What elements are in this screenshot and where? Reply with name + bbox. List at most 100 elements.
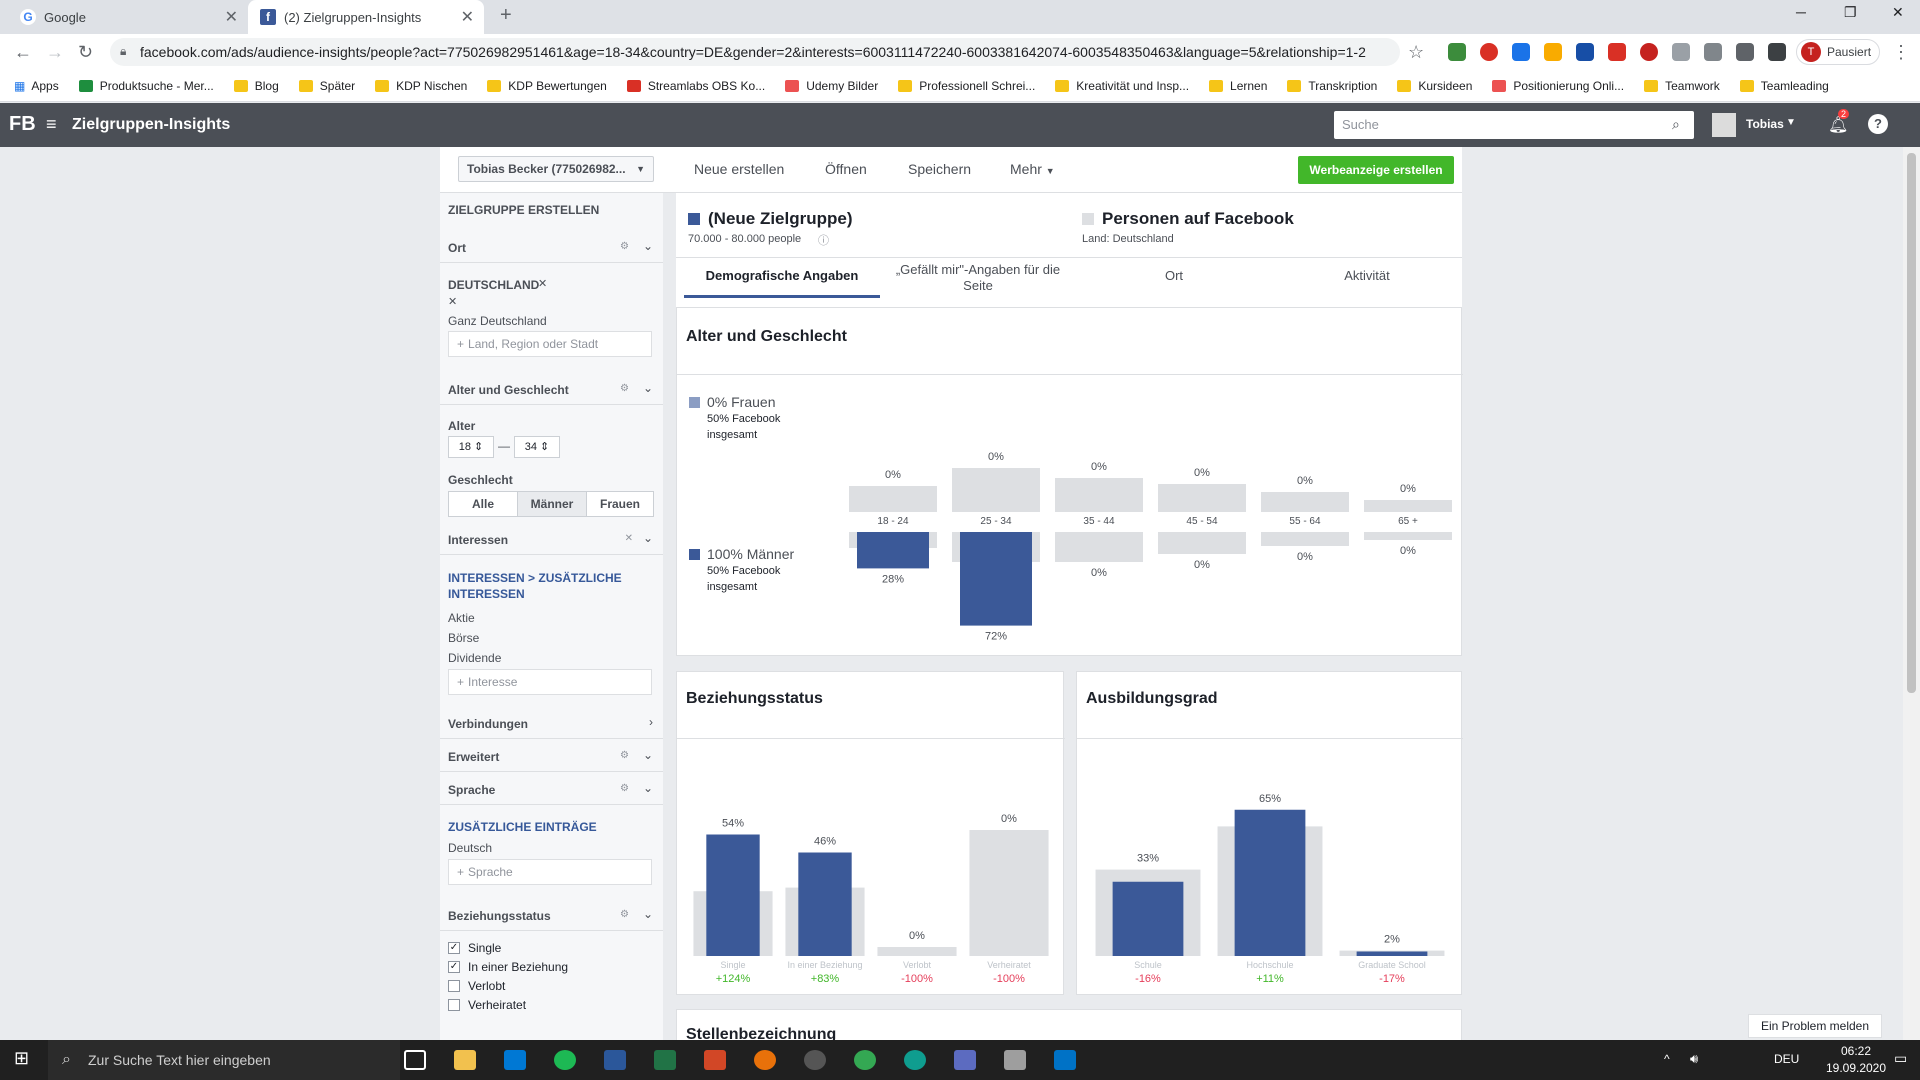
outlook-icon[interactable] (1054, 1050, 1076, 1070)
section-connections[interactable]: Verbindungen › (440, 707, 663, 739)
clock-date[interactable]: 19.09.2020 (1816, 1061, 1896, 1075)
tab-activity[interactable]: Aktivität (1272, 258, 1462, 298)
avatar[interactable] (1712, 113, 1736, 137)
extension-icon[interactable] (1480, 43, 1498, 61)
star-icon[interactable]: ☆ (1408, 42, 1424, 63)
windows-start-icon[interactable]: ⊞ (14, 1048, 29, 1069)
section-advanced[interactable]: Erweitert ⚙ ⌄ (440, 740, 663, 772)
bookmark[interactable]: Professionell Schrei... (898, 79, 1035, 93)
account-selector[interactable]: Tobias Becker (775026982... ▼ (458, 156, 654, 182)
section-language[interactable]: Sprache ⚙ ⌄ (440, 773, 663, 805)
chevron-right-icon[interactable]: › (649, 715, 653, 729)
scrollbar[interactable] (1903, 147, 1920, 1040)
tab-google[interactable]: G Google ✕ (8, 0, 248, 34)
bookmark[interactable]: KDP Bewertungen (487, 79, 607, 93)
gender-all-button[interactable]: Alle (448, 491, 518, 517)
search-icon[interactable]: ⌕ (1672, 116, 1680, 133)
section-interests[interactable]: Interessen ✕ ⌄ (440, 523, 663, 555)
word-icon[interactable] (604, 1050, 626, 1070)
app-icon[interactable] (954, 1050, 976, 1070)
interest-input[interactable]: + Interesse (448, 669, 652, 695)
open-button[interactable]: Öffnen (825, 161, 867, 177)
taskbar-search[interactable]: ⌕ Zur Suche Text hier eingeben (48, 1040, 400, 1080)
close-window-icon[interactable]: ✕ (1892, 4, 1904, 21)
clock-time[interactable]: 06:22 (1826, 1044, 1886, 1058)
back-icon[interactable]: ← (14, 42, 32, 63)
create-ad-button[interactable]: Werbeanzeige erstellen (1298, 156, 1454, 184)
puzzle-icon[interactable] (1768, 43, 1786, 61)
menu-dots-icon[interactable]: ⋮ (1892, 42, 1910, 63)
volume-icon[interactable]: 🔊︎ (1690, 1051, 1698, 1067)
search-input[interactable]: Suche (1334, 111, 1694, 139)
bookmark[interactable]: Positionierung Onli... (1492, 79, 1624, 93)
notification-center-icon[interactable]: ▭ (1894, 1050, 1907, 1067)
bookmark-apps[interactable]: ▦ Apps (14, 79, 59, 93)
file-explorer-icon[interactable] (454, 1050, 476, 1070)
bookmark[interactable]: Blog (233, 79, 279, 93)
chevron-down-icon[interactable]: ⌄ (643, 381, 653, 395)
reload-icon[interactable]: ↻ (78, 42, 93, 63)
tab-demographics[interactable]: Demografische Angaben (684, 258, 880, 298)
bookmark[interactable]: Kursideen (1397, 79, 1472, 93)
extension-icon[interactable] (1736, 43, 1754, 61)
section-relationship[interactable]: Beziehungsstatus ⚙ ⌄ (440, 899, 663, 931)
address-bar[interactable]: 🔒︎ facebook.com/ads/audience-insights/pe… (110, 38, 1400, 66)
extension-icon[interactable] (1576, 43, 1594, 61)
chrome-icon[interactable] (854, 1050, 876, 1070)
maximize-icon[interactable]: ❐ (1844, 4, 1857, 21)
report-problem-button[interactable]: Ein Problem melden (1748, 1014, 1882, 1038)
bookmark[interactable]: Produktsuche - Mer... (78, 79, 214, 93)
extension-icon[interactable] (1512, 43, 1530, 61)
new-button[interactable]: Neue erstellen (694, 161, 784, 177)
remove-icon[interactable]: ✕ (448, 295, 457, 308)
gear-icon[interactable]: ⚙ (620, 383, 629, 394)
close-tab-icon[interactable]: ✕ (461, 7, 474, 27)
adblock-icon[interactable] (1640, 43, 1658, 61)
tab-location[interactable]: Ort (1076, 258, 1272, 298)
bookmark[interactable]: Lernen (1209, 79, 1267, 93)
fb-logo[interactable]: FB (9, 113, 36, 136)
language-indicator[interactable]: DEU (1774, 1052, 1799, 1066)
chevron-down-icon[interactable]: ⌄ (643, 907, 653, 921)
chevron-down-icon[interactable]: ⌄ (643, 748, 653, 762)
chevron-down-icon[interactable]: ⌄ (643, 239, 653, 253)
excel-icon[interactable] (654, 1050, 676, 1070)
bookmark[interactable]: Später (298, 79, 355, 93)
gear-icon[interactable]: ⚙ (620, 909, 629, 920)
age-to-select[interactable]: 34 ⇕ (514, 436, 560, 458)
gear-icon[interactable]: ⚙ (620, 783, 629, 794)
more-button[interactable]: Mehr ▼ (1010, 161, 1055, 177)
scrollbar-thumb[interactable] (1907, 153, 1916, 693)
forward-icon[interactable]: → (46, 42, 64, 63)
task-view-icon[interactable] (404, 1050, 426, 1070)
mail-icon[interactable] (504, 1050, 526, 1070)
user-name[interactable]: Tobias (1746, 117, 1784, 131)
caret-down-icon[interactable]: ▼ (1786, 117, 1796, 128)
save-button[interactable]: Speichern (908, 161, 971, 177)
edge-icon[interactable] (904, 1050, 926, 1070)
powerpoint-icon[interactable] (704, 1050, 726, 1070)
gear-icon[interactable]: ⚙ (620, 750, 629, 761)
tab-page-likes[interactable]: „Gefällt mir"-Angaben für die Seite (880, 258, 1076, 298)
app-icon[interactable] (1004, 1050, 1026, 1070)
spotify-icon[interactable] (554, 1050, 576, 1070)
chevron-down-icon[interactable]: ⌄ (643, 781, 653, 795)
checkbox-relationship[interactable]: ✓ In einer Beziehung (448, 960, 568, 974)
language-input[interactable]: + Sprache (448, 859, 652, 885)
close-tab-icon[interactable]: ✕ (225, 7, 238, 27)
info-icon[interactable]: ⓘ (818, 232, 829, 248)
extension-icon[interactable] (1672, 43, 1690, 61)
checkbox-engaged[interactable]: Verlobt (448, 979, 505, 993)
extension-icon[interactable] (1704, 43, 1722, 61)
checkbox-married[interactable]: Verheiratet (448, 998, 526, 1012)
tab-insights[interactable]: f (2) Zielgruppen-Insights ✕ (248, 0, 484, 34)
bookmark[interactable]: Kreativität und Insp... (1055, 79, 1189, 93)
bookmark[interactable]: Transkription (1287, 79, 1377, 93)
extension-icon[interactable] (1544, 43, 1562, 61)
extension-icon[interactable] (1608, 43, 1626, 61)
chevron-down-icon[interactable]: ⌄ (643, 531, 653, 545)
bookmark[interactable]: Teamleading (1739, 79, 1829, 93)
gender-men-button[interactable]: Männer (517, 491, 587, 517)
tray-chevron-icon[interactable]: ^ (1664, 1052, 1670, 1066)
close-icon[interactable]: ✕ (625, 533, 633, 544)
